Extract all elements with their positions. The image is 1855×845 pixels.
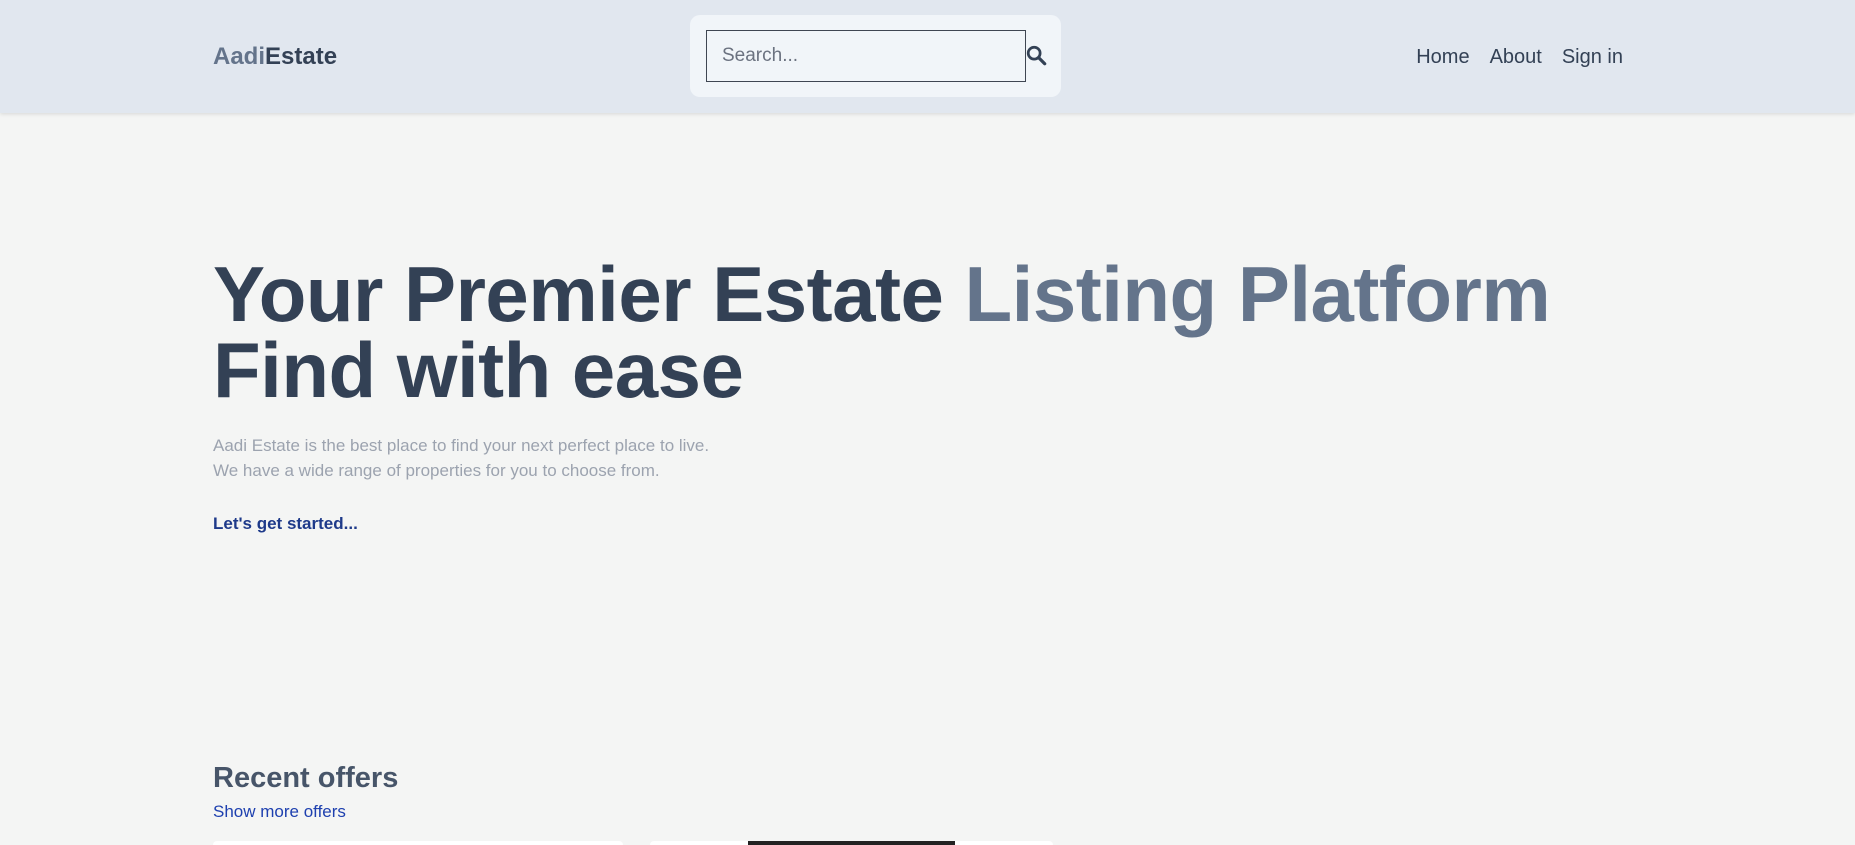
offer-card-image [748,841,955,845]
hero-description-line2: We have a wide range of properties for y… [213,461,660,480]
site-header: AadiEstate Home About Sign in [0,0,1855,113]
nav-home-link[interactable]: Home [1416,43,1469,71]
site-logo[interactable]: AadiEstate [213,42,337,72]
show-more-offers-link[interactable]: Show more offers [213,802,346,822]
hero-title: Your Premier Estate Listing Platform Fin… [213,255,1551,409]
hero-description-line1: Aadi Estate is the best place to find yo… [213,436,710,455]
search-button[interactable] [1023,43,1049,69]
search-input[interactable] [706,30,1026,82]
hero-title-line2: Find with ease [213,326,744,414]
hero-title-main: Your Premier Estate [213,250,965,338]
hero-description: Aadi Estate is the best place to find yo… [213,433,709,483]
offer-card[interactable] [213,841,623,845]
logo-first-word: Aadi [213,43,266,70]
search-icon [1026,45,1047,65]
get-started-link[interactable]: Let's get started... [213,514,358,534]
nav-about-link[interactable]: About [1490,43,1542,71]
search-form [690,15,1061,97]
main-nav: Home About Sign in [1416,43,1623,71]
logo-second-word: Estate [265,43,338,70]
hero-title-highlight: Listing Platform [964,250,1551,338]
nav-sign-in-link[interactable]: Sign in [1562,43,1623,71]
recent-offers-title: Recent offers [213,762,399,794]
